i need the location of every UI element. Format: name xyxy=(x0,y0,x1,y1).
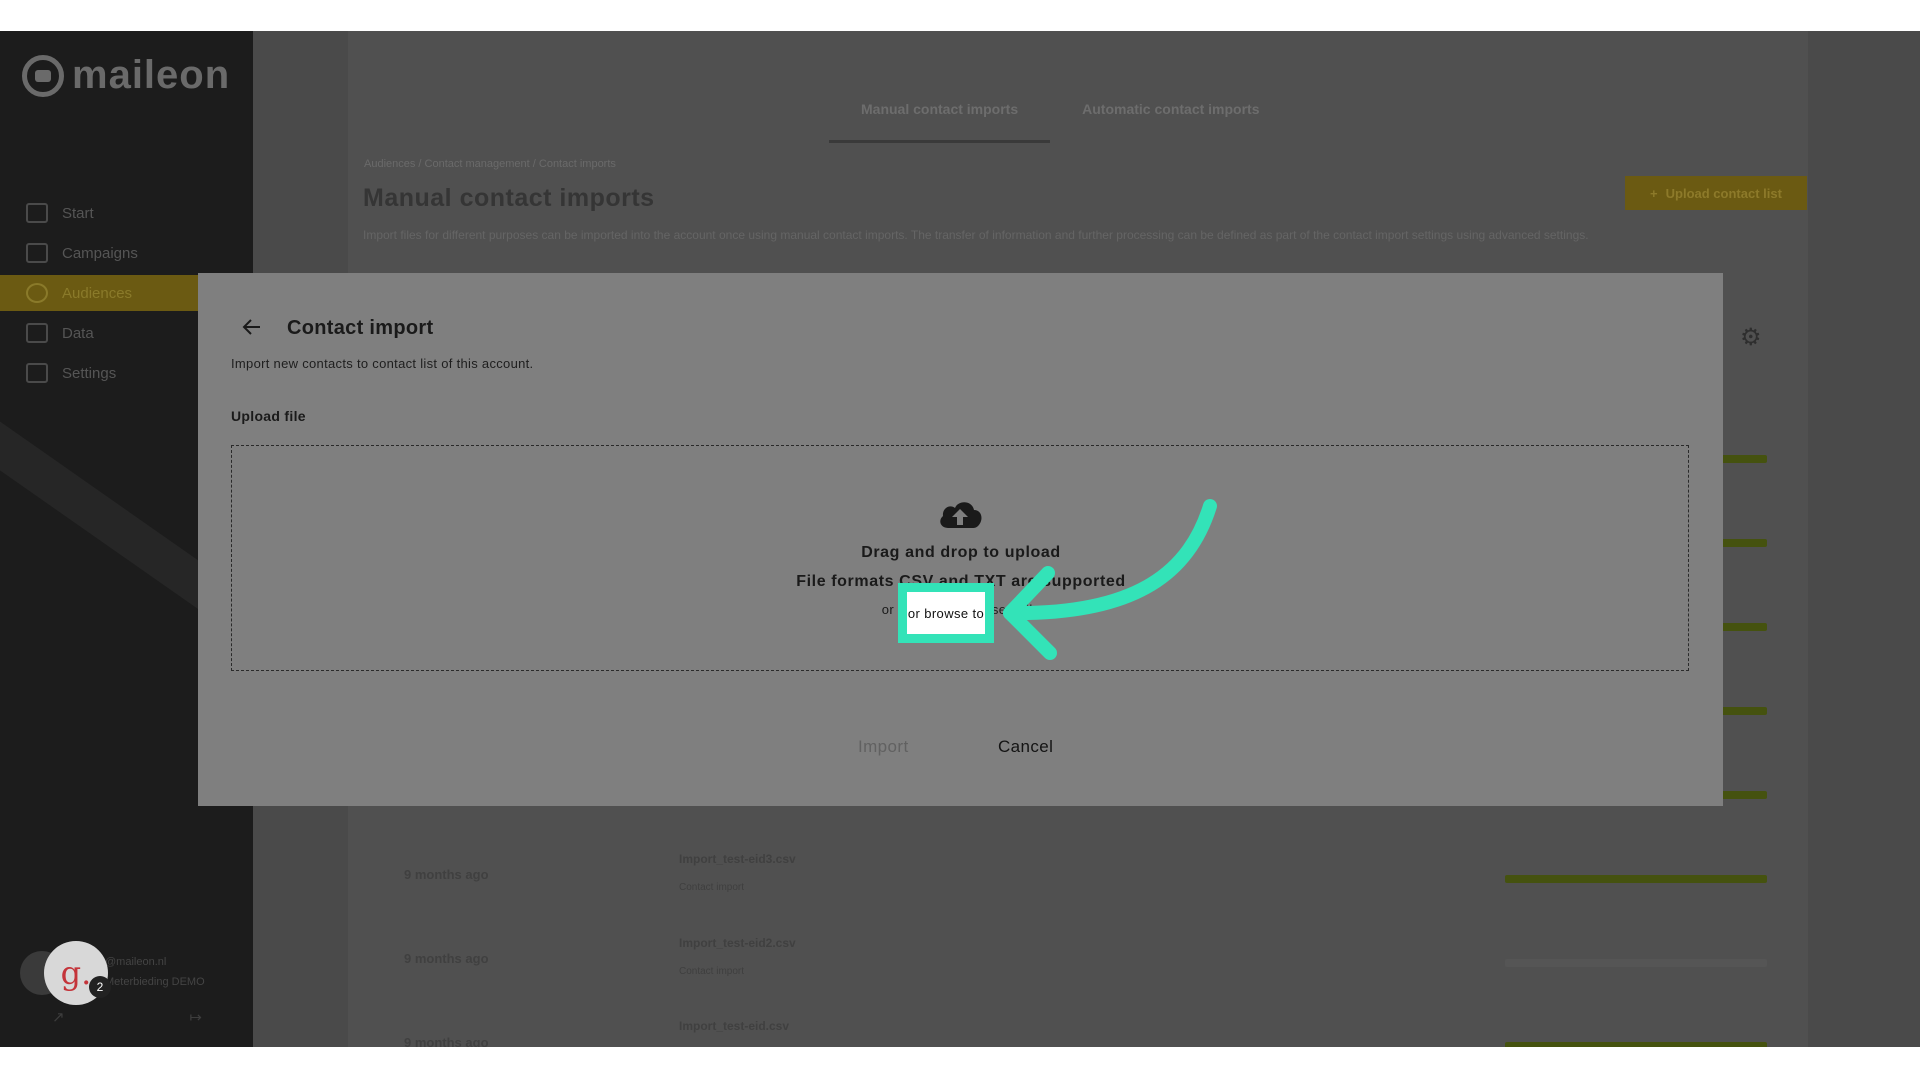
sidebar-item-label: Audiences xyxy=(62,284,133,302)
logo-wordmark: maileon xyxy=(72,53,231,97)
page-title: Manual contact imports xyxy=(363,184,655,212)
logout-icon[interactable]: ↦ xyxy=(189,1008,202,1026)
sidebar-item-label: Start xyxy=(62,204,94,222)
row-type: Contact import xyxy=(679,966,745,977)
users-icon xyxy=(26,283,48,303)
sidebar-item-label: Campaigns xyxy=(62,244,138,262)
collapse-icon[interactable]: ↗ xyxy=(52,1008,65,1026)
row-time: 9 months ago xyxy=(404,1035,489,1047)
drag-drop-text: Drag and drop to upload xyxy=(861,544,1061,561)
maileon-logo[interactable]: maileon xyxy=(22,53,230,98)
browse-link-label: or browse to xyxy=(907,605,985,621)
cloud-upload-icon xyxy=(940,502,982,528)
back-arrow-icon[interactable] xyxy=(240,315,264,339)
progress-bar xyxy=(1505,959,1767,967)
account-name: Meterbieding DEMO xyxy=(105,976,205,988)
progress-bar xyxy=(1505,875,1767,883)
breadcrumb: Audiences / Contact management / Contact… xyxy=(364,158,616,170)
tabs: Manual contact imports Automatic contact… xyxy=(829,99,1292,143)
logo-mark-icon xyxy=(22,54,64,97)
gear-icon xyxy=(26,363,48,383)
tab-automatic-contact-imports[interactable]: Automatic contact imports xyxy=(1050,99,1291,143)
row-filename[interactable]: Import_test-eid.csv xyxy=(679,1019,789,1033)
upload-contact-list-button[interactable]: + Upload contact list xyxy=(1625,176,1807,210)
sidebar-item-label: Settings xyxy=(62,364,117,382)
sidebar-item-start[interactable]: Start xyxy=(0,195,253,231)
dialog-subtitle: Import new contacts to contact list of t… xyxy=(231,356,534,371)
notification-badge: 2 xyxy=(89,976,111,998)
user-email: @maileon.nl xyxy=(105,956,167,968)
plus-icon: + xyxy=(1650,185,1658,201)
app-window: maileon Start Campaigns Audiences Data S… xyxy=(0,31,1920,1047)
upload-contact-list-label: Upload contact list xyxy=(1665,185,1782,201)
row-time: 9 months ago xyxy=(404,867,489,882)
upload-file-label: Upload file xyxy=(231,408,306,424)
row-type: Contact import xyxy=(679,882,745,893)
sidebar-item-campaigns[interactable]: Campaigns xyxy=(0,235,253,271)
sidebar-footer-icons: ↗ ↦ xyxy=(52,1008,202,1026)
row-filename[interactable]: Import_test-eid3.csv xyxy=(679,852,796,866)
dashboard-icon xyxy=(26,203,48,223)
megaphone-icon xyxy=(26,243,48,263)
file-dropzone[interactable]: Drag and drop to upload File formats CSV… xyxy=(231,445,1689,671)
settings-gear-icon[interactable]: ⚙ xyxy=(1740,323,1762,352)
dialog-title: Contact import xyxy=(287,317,434,339)
row-filename[interactable]: Import_test-eid2.csv xyxy=(679,936,796,950)
progress-bar xyxy=(1505,1042,1767,1047)
contact-import-dialog: Contact import Import new contacts to co… xyxy=(198,273,1723,806)
browse-link[interactable]: or browse to xyxy=(898,583,994,643)
folder-icon xyxy=(26,323,48,343)
import-button[interactable]: Import xyxy=(858,737,909,757)
sidebar-item-label: Data xyxy=(62,324,94,342)
row-time: 9 months ago xyxy=(404,951,489,966)
page-description: Import files for different purposes can … xyxy=(363,228,1589,242)
cancel-button[interactable]: Cancel xyxy=(998,737,1053,757)
tab-manual-contact-imports[interactable]: Manual contact imports xyxy=(829,99,1051,143)
